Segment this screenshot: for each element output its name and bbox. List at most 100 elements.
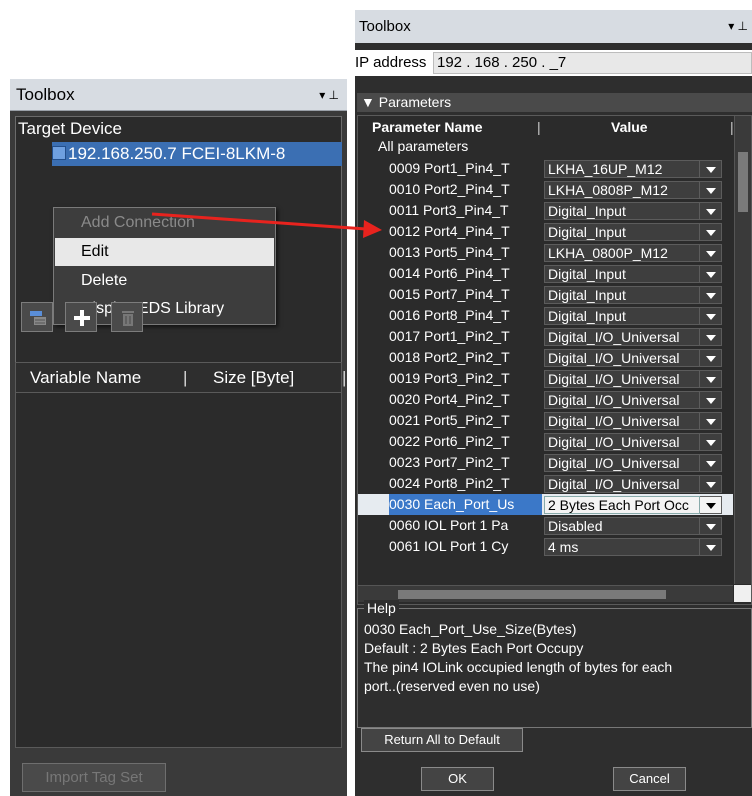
column-variable-name[interactable]: Variable Name bbox=[30, 363, 141, 392]
menu-item-edit[interactable]: Edit bbox=[55, 238, 274, 266]
parameter-row[interactable]: 0012 Port4_Pin4_T Digital_Input bbox=[358, 221, 733, 242]
left-toolbox-panel: Toolbox ▾ ⊥ Target Device 192.168.250.7 … bbox=[10, 79, 347, 796]
parameter-value-select[interactable]: Digital_Input bbox=[544, 202, 700, 220]
parameter-row[interactable]: 0017 Port1_Pin2_T Digital_I/O_Universal bbox=[358, 326, 733, 347]
parameter-row[interactable]: 0011 Port3_Pin4_T Digital_Input bbox=[358, 200, 733, 221]
help-text-line: 0030 Each_Port_Use_Size(Bytes) bbox=[364, 621, 577, 637]
ip-address-field[interactable]: 192 . 168 . 250 . _7 bbox=[433, 52, 752, 74]
parameters-section-toggle[interactable]: ▼ Parameters bbox=[357, 93, 752, 112]
parameter-name: 0020 Port4_Pin2_T bbox=[389, 391, 510, 407]
parameter-row[interactable]: 0019 Port3_Pin2_T Digital_I/O_Universal bbox=[358, 368, 733, 389]
parameter-value-select[interactable]: Digital_Input bbox=[544, 265, 700, 283]
dropdown-arrow-icon[interactable] bbox=[700, 265, 722, 283]
column-separator: | bbox=[537, 119, 541, 135]
ip-address-label: IP address bbox=[355, 54, 427, 71]
parameter-value-select[interactable]: LKHA_0808P_M12 bbox=[544, 181, 700, 199]
parameter-row[interactable]: 0022 Port6_Pin2_T Digital_I/O_Universal bbox=[358, 431, 733, 452]
parameter-row[interactable]: 0014 Port6_Pin4_T Digital_Input bbox=[358, 263, 733, 284]
menu-item-add-connection[interactable]: Add Connection bbox=[55, 209, 274, 237]
dropdown-arrow-icon[interactable] bbox=[700, 328, 722, 346]
dropdown-arrow-icon[interactable] bbox=[700, 538, 722, 556]
import-tag-set-button[interactable]: Import Tag Set bbox=[22, 763, 166, 792]
parameter-row[interactable]: 0021 Port5_Pin2_T Digital_I/O_Universal bbox=[358, 410, 733, 431]
parameter-name: 0013 Port5_Pin4_T bbox=[389, 244, 510, 260]
parameter-value-select[interactable]: Digital_I/O_Universal bbox=[544, 370, 700, 388]
parameter-row[interactable]: 0024 Port8_Pin2_T Digital_I/O_Universal bbox=[358, 473, 733, 494]
pin-icon[interactable]: ▾ ⊥ bbox=[728, 10, 748, 43]
parameter-value-select[interactable]: Digital_Input bbox=[544, 286, 700, 304]
dropdown-arrow-icon[interactable] bbox=[700, 307, 722, 325]
dropdown-arrow-icon[interactable] bbox=[700, 391, 722, 409]
parameter-value-select[interactable]: Digital_Input bbox=[544, 223, 700, 241]
scrollbar-thumb[interactable] bbox=[398, 590, 666, 599]
horizontal-scrollbar[interactable] bbox=[358, 585, 733, 602]
help-box: Help 0030 Each_Port_Use_Size(Bytes) Defa… bbox=[357, 600, 752, 728]
dropdown-arrow-icon[interactable] bbox=[700, 454, 722, 472]
parameter-name: 0017 Port1_Pin2_T bbox=[389, 328, 510, 344]
dropdown-arrow-icon[interactable] bbox=[700, 433, 722, 451]
parameter-row[interactable]: 0018 Port2_Pin2_T Digital_I/O_Universal bbox=[358, 347, 733, 368]
vertical-scrollbar[interactable] bbox=[734, 116, 751, 584]
parameter-value-select[interactable]: Digital_Input bbox=[544, 307, 700, 325]
parameter-name: 0024 Port8_Pin2_T bbox=[389, 475, 510, 491]
ip-address-row: IP address 192 . 168 . 250 . _7 bbox=[355, 50, 752, 76]
parameter-name: 0010 Port2_Pin4_T bbox=[389, 181, 510, 197]
parameter-name: 0014 Port6_Pin4_T bbox=[389, 265, 510, 281]
parameter-value-select[interactable]: LKHA_0800P_M12 bbox=[544, 244, 700, 262]
parameter-name: 0015 Port7_Pin4_T bbox=[389, 286, 510, 302]
parameter-row[interactable]: 0030 Each_Port_Us 2 Bytes Each Port Occ bbox=[358, 494, 733, 515]
dropdown-arrow-icon[interactable] bbox=[700, 370, 722, 388]
delete-button[interactable] bbox=[111, 302, 143, 332]
dropdown-arrow-icon[interactable] bbox=[700, 349, 722, 367]
dropdown-arrow-icon[interactable] bbox=[700, 244, 722, 262]
parameter-value-select[interactable]: Digital_I/O_Universal bbox=[544, 328, 700, 346]
parameter-row[interactable]: 0013 Port5_Pin4_T LKHA_0800P_M12 bbox=[358, 242, 733, 263]
help-label: Help bbox=[364, 600, 399, 616]
device-node[interactable]: 192.168.250.7 FCEI-8LKM-8 bbox=[52, 142, 342, 166]
dropdown-arrow-icon[interactable] bbox=[700, 517, 722, 535]
parameter-value-select[interactable]: Digital_I/O_Universal bbox=[544, 412, 700, 430]
parameter-value-select[interactable]: LKHA_16UP_M12 bbox=[544, 160, 700, 178]
dropdown-arrow-icon[interactable] bbox=[700, 496, 722, 514]
parameter-name: 0016 Port8_Pin4_T bbox=[389, 307, 510, 323]
parameter-row[interactable]: 0009 Port1_Pin4_T LKHA_16UP_M12 bbox=[358, 158, 733, 179]
parameter-value-select[interactable]: Digital_I/O_Universal bbox=[544, 454, 700, 472]
target-device-label: Target Device bbox=[18, 119, 122, 138]
dropdown-arrow-icon[interactable] bbox=[700, 181, 722, 199]
parameter-row[interactable]: 0016 Port8_Pin4_T Digital_Input bbox=[358, 305, 733, 326]
parameter-row[interactable]: 0010 Port2_Pin4_T LKHA_0808P_M12 bbox=[358, 179, 733, 200]
help-text-line: The pin4 IOLink occupied length of bytes… bbox=[364, 659, 673, 675]
parameter-row[interactable]: 0060 IOL Port 1 Pa Disabled bbox=[358, 515, 733, 536]
parameter-row[interactable]: 0020 Port4_Pin2_T Digital_I/O_Universal bbox=[358, 389, 733, 410]
dropdown-arrow-icon[interactable] bbox=[700, 202, 722, 220]
ok-button[interactable]: OK bbox=[421, 767, 494, 791]
parameter-grid-header: Parameter Name | Value | bbox=[358, 116, 734, 138]
parameter-row[interactable]: 0061 IOL Port 1 Cy 4 ms bbox=[358, 536, 733, 557]
pin-icon[interactable]: ▾ ⊥ bbox=[319, 79, 339, 111]
dropdown-arrow-icon[interactable] bbox=[700, 412, 722, 430]
parameter-value-select[interactable]: Digital_I/O_Universal bbox=[544, 433, 700, 451]
column-size[interactable]: Size [Byte] bbox=[213, 363, 294, 392]
parameter-value-select[interactable]: Digital_I/O_Universal bbox=[544, 391, 700, 409]
tag-list-button[interactable] bbox=[21, 302, 53, 332]
column-value[interactable]: Value bbox=[611, 116, 648, 138]
return-all-to-default-button[interactable]: Return All to Default bbox=[361, 728, 523, 752]
parameter-value-select[interactable]: 2 Bytes Each Port Occ bbox=[544, 496, 700, 514]
dropdown-arrow-icon[interactable] bbox=[700, 160, 722, 178]
scrollbar-thumb[interactable] bbox=[738, 152, 748, 212]
add-button[interactable] bbox=[65, 302, 97, 332]
dropdown-arrow-icon[interactable] bbox=[700, 223, 722, 241]
dropdown-arrow-icon[interactable] bbox=[700, 286, 722, 304]
parameter-name: 0011 Port3_Pin4_T bbox=[389, 202, 509, 218]
column-parameter-name[interactable]: Parameter Name bbox=[372, 116, 483, 138]
parameter-value-select[interactable]: Digital_I/O_Universal bbox=[544, 349, 700, 367]
menu-item-delete[interactable]: Delete bbox=[55, 267, 274, 295]
cancel-button[interactable]: Cancel bbox=[613, 767, 686, 791]
parameter-row[interactable]: 0023 Port7_Pin2_T Digital_I/O_Universal bbox=[358, 452, 733, 473]
parameter-row[interactable]: 0015 Port7_Pin4_T Digital_Input bbox=[358, 284, 733, 305]
dropdown-arrow-icon[interactable] bbox=[700, 475, 722, 493]
parameter-value-select[interactable]: 4 ms bbox=[544, 538, 700, 556]
parameter-name: 0060 IOL Port 1 Pa bbox=[389, 517, 509, 533]
parameter-value-select[interactable]: Disabled bbox=[544, 517, 700, 535]
parameter-value-select[interactable]: Digital_I/O_Universal bbox=[544, 475, 700, 493]
